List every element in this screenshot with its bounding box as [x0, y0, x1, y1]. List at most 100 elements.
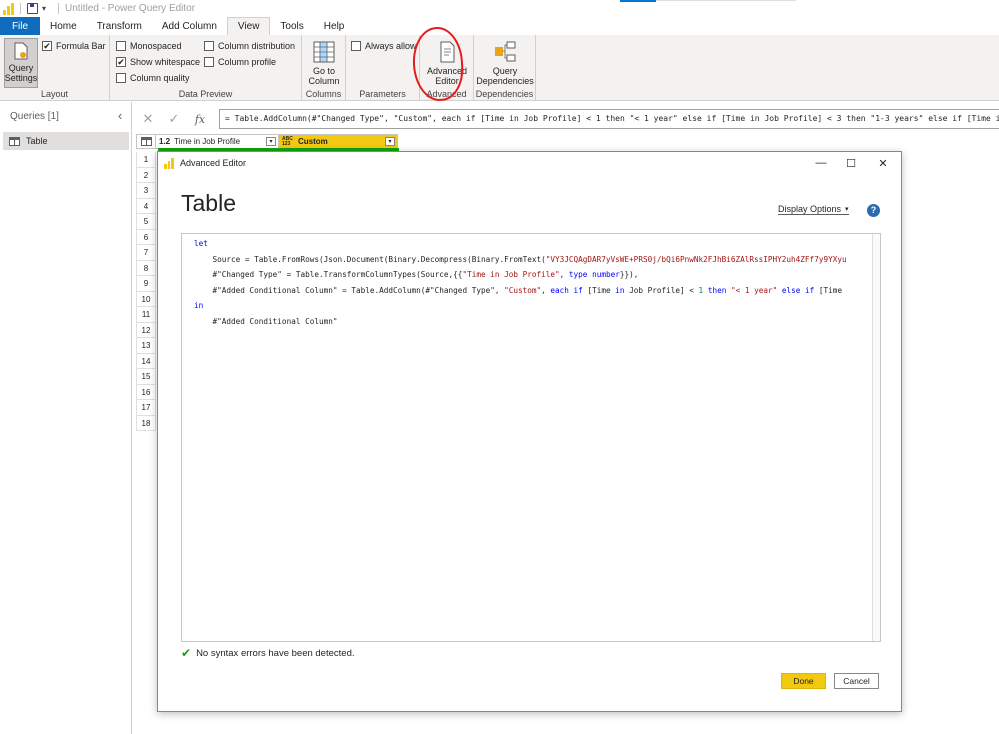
syntax-status-text: No syntax errors have been detected.	[196, 647, 355, 659]
tab-tools[interactable]: Tools	[270, 17, 313, 35]
column-profile-label: Column profile	[218, 57, 277, 67]
dialog-title-bar: Advanced Editor	[158, 152, 901, 174]
code-text: [Time	[582, 285, 616, 295]
column-quality-label: Column quality	[130, 73, 190, 83]
table-menu-button[interactable]	[136, 134, 156, 149]
row-number: 11	[136, 307, 156, 323]
close-icon[interactable]: ✕	[868, 155, 898, 171]
code-editor[interactable]: let Source = Table.FromRows(Json.Documen…	[181, 233, 881, 642]
show-whitespace-check-icon[interactable]: ✔	[116, 57, 126, 67]
layout-group: Query Settings ✔ Formula Bar Layout	[0, 35, 110, 101]
table-icon	[9, 136, 20, 146]
code-string: "VY3JCQAgDAR7yVsWE+PRS0j/bQi6PnwNk2FJhBi…	[545, 254, 847, 264]
fx-icon[interactable]: fx	[187, 109, 213, 129]
column-distribution-checkbox[interactable]: Column distribution	[204, 41, 295, 51]
query-item-table[interactable]: Table	[3, 132, 129, 150]
row-number: 1	[136, 152, 156, 168]
syntax-status: ✔ No syntax errors have been detected.	[181, 646, 355, 660]
formula-bar: ✕ ✓ fx = Table.AddColumn(#"Changed Type"…	[135, 109, 999, 129]
go-to-column-label: Go to Column	[308, 66, 340, 86]
column-header-time-in-job-profile[interactable]: 1.2 Time in Job Profile ▾	[156, 134, 279, 149]
decimal-type-icon[interactable]: 1.2	[159, 137, 170, 146]
column-quality-checkbox[interactable]: Column quality	[116, 73, 190, 83]
row-number: 18	[136, 415, 156, 431]
column-header-custom[interactable]: ABC 123 Custom ▾	[279, 134, 398, 149]
done-button[interactable]: Done	[781, 673, 826, 689]
tab-add-column[interactable]: Add Column	[152, 17, 227, 35]
queries-header: Queries [1]	[10, 111, 59, 122]
minimize-icon[interactable]: —	[806, 155, 836, 171]
row-number: 12	[136, 322, 156, 338]
column-profile-checkbox[interactable]: Column profile	[204, 57, 276, 67]
query-settings-button[interactable]: Query Settings	[4, 38, 38, 88]
code-string: "< 1 year"	[730, 285, 778, 295]
customize-quick-access-icon[interactable]: ▾	[42, 4, 46, 13]
formula-bar-checkbox[interactable]: ✔ Formula Bar	[42, 41, 106, 51]
monospaced-check-icon[interactable]	[116, 41, 126, 51]
ribbon: Query Settings ✔ Formula Bar Layout Mono…	[0, 35, 999, 101]
row-number: 17	[136, 400, 156, 416]
title-separator-2	[58, 3, 60, 14]
code-text: Source = Table.FromRows(Json.Document(Bi…	[194, 254, 546, 264]
power-bi-logo-icon	[164, 157, 174, 169]
title-accent-bar	[620, 0, 656, 2]
save-icon[interactable]	[27, 3, 38, 14]
code-keyword: in	[194, 301, 204, 310]
collapse-pane-icon[interactable]: ‹	[118, 108, 122, 123]
code-text[interactable]: let Source = Table.FromRows(Json.Documen…	[194, 236, 847, 329]
column-distribution-check-icon[interactable]	[204, 41, 214, 51]
always-allow-checkbox[interactable]: Always allow	[351, 41, 417, 51]
any-type-icon[interactable]: ABC 123	[282, 136, 294, 147]
monospaced-label: Monospaced	[130, 41, 182, 51]
grid-header: 1.2 Time in Job Profile ▾ ABC 123 Custom…	[136, 134, 398, 149]
column-quality-check-icon[interactable]	[116, 73, 126, 83]
query-dependencies-button[interactable]: Query Dependencies	[476, 41, 534, 86]
query-settings-icon	[13, 42, 29, 60]
show-whitespace-checkbox[interactable]: ✔ Show whitespace	[116, 57, 200, 67]
formula-bar-label: Formula Bar	[56, 41, 106, 51]
editor-scrollbar[interactable]	[872, 234, 880, 641]
display-options-label: Display Options	[778, 204, 842, 214]
advanced-editor-dialog: Advanced Editor — ☐ ✕ Table Display Opti…	[157, 151, 902, 712]
display-options-dropdown[interactable]: Display Options ▾	[778, 204, 849, 215]
formula-input[interactable]: = Table.AddColumn(#"Changed Type", "Cust…	[219, 109, 999, 129]
code-keyword: else if	[777, 285, 815, 295]
data-preview-group-label: Data Preview	[178, 89, 233, 99]
monospaced-checkbox[interactable]: Monospaced	[116, 41, 182, 51]
go-to-column-button[interactable]: Go to Column	[305, 41, 343, 86]
code-string: "Time in Job Profile"	[462, 270, 560, 279]
tab-transform[interactable]: Transform	[87, 17, 152, 35]
power-bi-logo-icon	[3, 2, 14, 15]
title-divider-line	[656, 0, 796, 1]
parameters-group: Always allow Parameters	[346, 35, 420, 101]
tab-file[interactable]: File	[0, 17, 40, 35]
column-filter-icon[interactable]: ▾	[266, 137, 276, 146]
row-number: 16	[136, 384, 156, 400]
tab-help[interactable]: Help	[314, 17, 355, 35]
code-string: "Custom"	[504, 285, 542, 295]
data-preview-group: Monospaced ✔ Show whitespace Column qual…	[110, 35, 302, 101]
column-filter-icon[interactable]: ▾	[385, 137, 395, 146]
code-text: [Time	[814, 285, 843, 295]
code-keyword: each if	[550, 285, 583, 295]
ribbon-tabs: File Home Transform Add Column View Tool…	[0, 17, 999, 35]
tab-view[interactable]: View	[226, 17, 271, 35]
tab-home[interactable]: Home	[40, 17, 87, 35]
row-number: 13	[136, 338, 156, 354]
column-profile-check-icon[interactable]	[204, 57, 214, 67]
commit-formula-icon[interactable]: ✓	[161, 109, 187, 129]
row-number: 8	[136, 260, 156, 276]
code-keyword: number	[587, 270, 620, 279]
query-settings-label: Query Settings	[4, 63, 38, 83]
columns-group: Go to Column Columns	[302, 35, 346, 101]
code-text: #"Added Conditional Column"	[194, 316, 338, 326]
maximize-icon[interactable]: ☐	[836, 155, 866, 171]
formula-bar-check-icon[interactable]: ✔	[42, 41, 52, 51]
dependencies-group: Query Dependencies Dependencies	[474, 35, 536, 101]
always-allow-check-icon[interactable]	[351, 41, 361, 51]
help-icon[interactable]: ?	[867, 204, 880, 217]
dependencies-group-label: Dependencies	[475, 89, 534, 99]
row-numbers: 1 2 3 4 5 6 7 8 9 10 11 12 13 14 15 16 1…	[136, 152, 156, 431]
cancel-formula-icon[interactable]: ✕	[135, 109, 161, 129]
cancel-button[interactable]: Cancel	[834, 673, 879, 689]
